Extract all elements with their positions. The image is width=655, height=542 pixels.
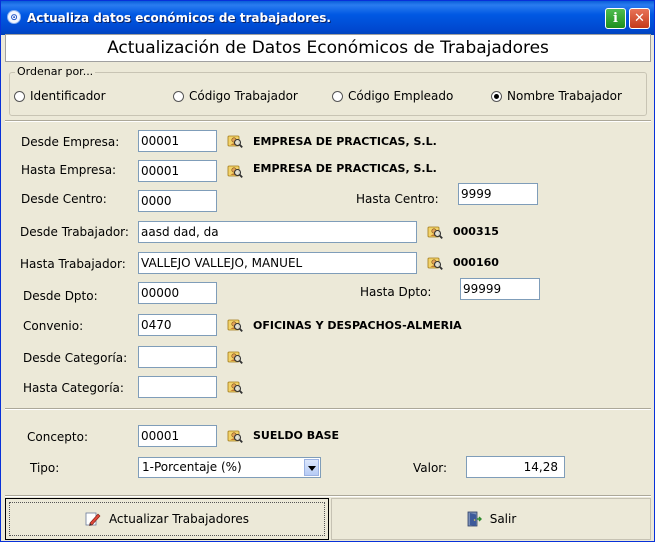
- hasta-trabajador-code: 000160: [453, 256, 499, 269]
- separator: [5, 495, 651, 497]
- desde-categoria-input[interactable]: [138, 346, 217, 368]
- radio-label: Código Empleado: [348, 89, 454, 103]
- hasta-trabajador-input[interactable]: VALLEJO VALLEJO, MANUEL: [138, 252, 417, 274]
- window-title: Actualiza datos económicos de trabajador…: [27, 11, 331, 25]
- valor-input[interactable]: 14,28: [466, 456, 565, 478]
- page-title: Actualización de Datos Económicos de Tra…: [107, 38, 549, 58]
- concepto-description: SUELDO BASE: [253, 429, 340, 442]
- hasta-empresa-input[interactable]: 00001: [138, 160, 217, 182]
- desde-centro-label: Desde Centro:: [21, 192, 107, 206]
- radio-label: Nombre Trabajador: [507, 89, 622, 103]
- focus-rect: [9, 502, 325, 536]
- search-person-icon[interactable]: [227, 428, 243, 444]
- radio-label: Código Trabajador: [189, 89, 298, 103]
- tipo-select[interactable]: 1-Porcentaje (%): [138, 457, 321, 478]
- search-person-icon[interactable]: [227, 163, 243, 179]
- desde-trabajador-input[interactable]: aasd dad, da: [138, 221, 417, 243]
- hasta-trabajador-label: Hasta Trabajador:: [20, 257, 126, 271]
- search-person-icon[interactable]: [227, 379, 243, 395]
- convenio-input[interactable]: 0470: [138, 314, 217, 336]
- exit-button[interactable]: Salir: [331, 498, 651, 540]
- window: ⊙ Actualiza datos económicos de trabajad…: [0, 0, 655, 542]
- separator: [5, 408, 651, 410]
- radio-codigo-trabajador[interactable]: Código Trabajador: [173, 89, 298, 103]
- radio-button-icon[interactable]: [332, 90, 343, 102]
- chevron-down-icon[interactable]: [304, 459, 319, 476]
- close-button[interactable]: ✕: [629, 8, 650, 29]
- hasta-empresa-label: Hasta Empresa:: [21, 163, 117, 177]
- radio-identificador[interactable]: Identificador: [14, 89, 106, 103]
- exit-label: Salir: [489, 512, 517, 526]
- search-person-icon[interactable]: [227, 349, 243, 365]
- hasta-centro-input[interactable]: 9999: [458, 183, 538, 205]
- desde-trabajador-code: 000315: [453, 225, 499, 238]
- update-workers-button[interactable]: Actualizar Trabajadores: [5, 498, 329, 540]
- desde-dpto-input[interactable]: 00000: [138, 282, 217, 304]
- search-person-icon[interactable]: [427, 224, 443, 240]
- desde-empresa-description: EMPRESA DE PRACTICAS, S.L.: [253, 135, 437, 148]
- info-button[interactable]: i: [605, 8, 626, 29]
- header-panel: Actualización de Datos Económicos de Tra…: [5, 34, 651, 62]
- search-person-icon[interactable]: [227, 317, 243, 333]
- tipo-selected-value: 1-Porcentaje (%): [142, 460, 242, 474]
- hasta-categoria-input[interactable]: [138, 376, 217, 398]
- desde-empresa-input[interactable]: 00001: [138, 130, 217, 152]
- hasta-dpto-input[interactable]: 99999: [460, 278, 540, 300]
- hasta-centro-label: Hasta Centro:: [356, 192, 439, 206]
- separator: [5, 120, 651, 122]
- tipo-label: Tipo:: [30, 461, 60, 475]
- title-bar[interactable]: ⊙ Actualiza datos económicos de trabajad…: [1, 1, 654, 35]
- search-person-icon[interactable]: [427, 255, 443, 271]
- convenio-description: OFICINAS Y DESPACHOS-ALMERIA: [253, 319, 462, 332]
- concepto-label: Concepto:: [27, 430, 89, 444]
- radio-button-selected-icon[interactable]: [491, 90, 502, 102]
- desde-dpto-label: Desde Dpto:: [23, 289, 98, 303]
- desde-categoria-label: Desde Categoría:: [23, 351, 128, 365]
- radio-label: Identificador: [30, 89, 106, 103]
- hasta-categoria-label: Hasta Categoría:: [23, 381, 124, 395]
- desde-centro-input[interactable]: 0000: [138, 190, 217, 212]
- valor-label: Valor:: [413, 461, 448, 475]
- desde-empresa-label: Desde Empresa:: [21, 135, 120, 149]
- hasta-empresa-description: EMPRESA DE PRACTICAS, S.L.: [253, 162, 437, 175]
- radio-codigo-empleado[interactable]: Código Empleado: [332, 89, 453, 103]
- radio-button-icon[interactable]: [14, 90, 25, 102]
- desde-trabajador-label: Desde Trabajador:: [20, 225, 129, 239]
- concepto-input[interactable]: 00001: [138, 425, 217, 447]
- app-icon: ⊙: [7, 10, 21, 24]
- hasta-dpto-label: Hasta Dpto:: [360, 285, 432, 299]
- search-person-icon[interactable]: [227, 133, 243, 149]
- convenio-label: Convenio:: [23, 319, 84, 333]
- order-by-legend: Ordenar por...: [15, 65, 96, 78]
- radio-nombre-trabajador[interactable]: Nombre Trabajador: [491, 89, 622, 103]
- exit-door-icon: [467, 511, 482, 527]
- radio-button-icon[interactable]: [173, 90, 184, 102]
